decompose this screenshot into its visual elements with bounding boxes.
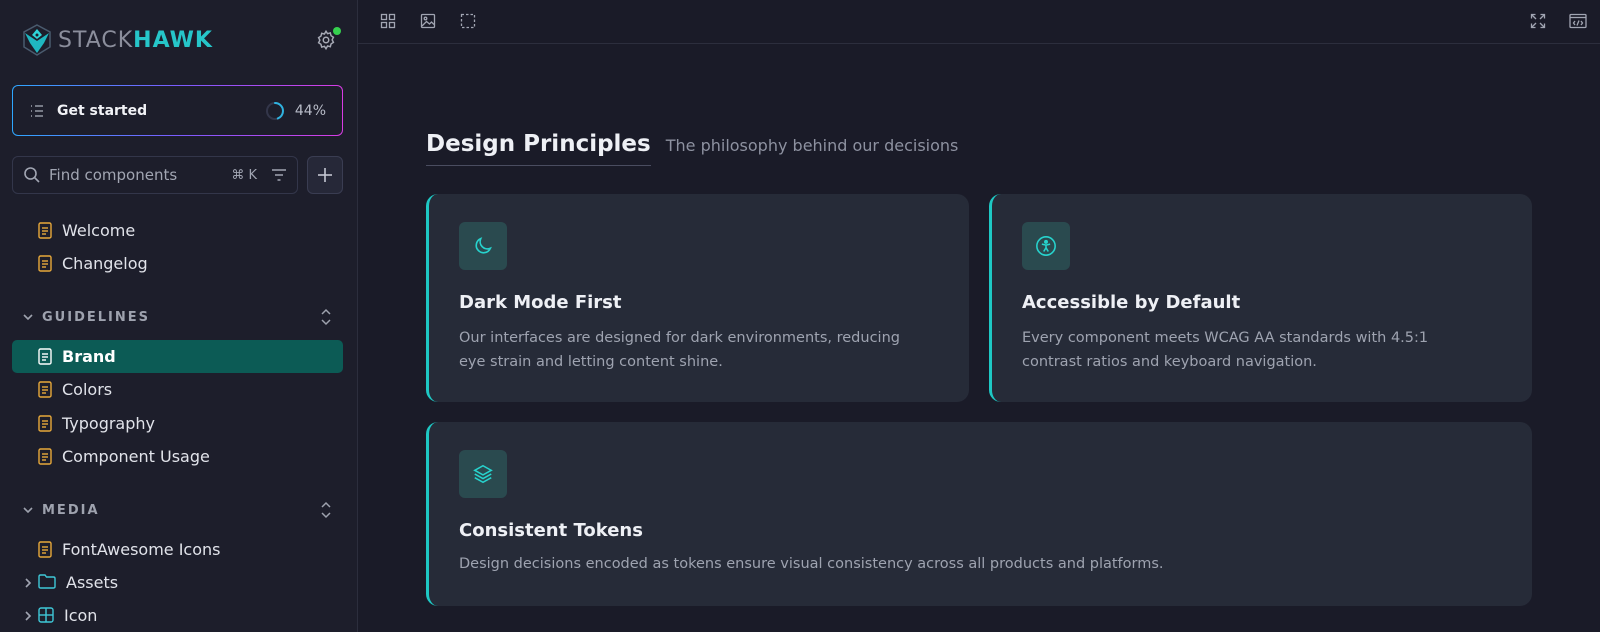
card-title: Consistent Tokens bbox=[459, 520, 643, 541]
toolbar bbox=[358, 0, 1600, 44]
sidebar-item-brand[interactable]: Brand bbox=[12, 340, 343, 373]
logo[interactable]: STACKHAWK bbox=[20, 23, 213, 57]
expand-collapse-icon[interactable] bbox=[319, 501, 333, 519]
card-description: Our interfaces are designed for dark env… bbox=[459, 330, 900, 370]
settings-button[interactable] bbox=[315, 27, 341, 51]
sidebar-item-icon[interactable]: Icon bbox=[12, 599, 343, 632]
get-started-button[interactable]: Get started 44% bbox=[12, 85, 343, 136]
hawk-logo-icon bbox=[23, 24, 51, 56]
chevron-down-icon bbox=[22, 504, 34, 516]
app-window: STACKHAWK Get started 44% Find component… bbox=[0, 0, 1600, 632]
card-description: Every component meets WCAG AA standards … bbox=[1022, 330, 1429, 370]
document-icon bbox=[38, 381, 52, 398]
background-toggle-button[interactable] bbox=[418, 11, 438, 31]
sidebar-item-label: Welcome bbox=[62, 221, 136, 240]
fullscreen-button[interactable] bbox=[1528, 11, 1548, 31]
code-window-icon bbox=[1569, 13, 1587, 29]
document-icon bbox=[38, 255, 52, 272]
principle-card: Dark Mode First Our interfaces are desig… bbox=[426, 194, 969, 402]
progress-percent: 44% bbox=[294, 102, 326, 119]
folder-icon bbox=[38, 574, 56, 591]
sidebar-item-label: Colors bbox=[62, 380, 113, 399]
sidebar-item-label: Assets bbox=[66, 573, 119, 592]
outline-toggle-button[interactable] bbox=[458, 11, 478, 31]
card-title: Dark Mode First bbox=[459, 292, 622, 313]
image-icon bbox=[420, 13, 436, 29]
main-canvas: Design Principles The philosophy behind … bbox=[358, 0, 1600, 632]
sidebar-item-label: FontAwesome Icons bbox=[62, 540, 221, 559]
add-button[interactable] bbox=[307, 156, 343, 194]
brand-name-hawk: HAWK bbox=[133, 27, 213, 53]
grid-icon bbox=[380, 13, 396, 29]
card-title: Accessible by Default bbox=[1022, 292, 1241, 313]
brand-name-stack: STACK bbox=[58, 27, 134, 53]
section-header-guidelines[interactable]: GUIDELINES bbox=[12, 304, 343, 330]
brand-row: STACKHAWK bbox=[0, 0, 357, 80]
open-in-new-tab-button[interactable] bbox=[1568, 11, 1588, 31]
document-icon bbox=[38, 348, 52, 365]
chevron-down-icon bbox=[22, 311, 34, 323]
page-title: Design Principles bbox=[426, 131, 651, 166]
sidebar-item-label: Component Usage bbox=[62, 447, 210, 466]
sidebar-item-fontawesome-icons[interactable]: FontAwesome Icons bbox=[12, 533, 343, 566]
document-icon bbox=[38, 222, 52, 239]
sidebar-item-assets[interactable]: Assets bbox=[12, 566, 343, 599]
section-title: MEDIA bbox=[42, 502, 100, 518]
principle-card: Consistent Tokens Design decisions encod… bbox=[426, 422, 1532, 606]
shortcut-hint: ⌘ K bbox=[231, 167, 257, 183]
sidebar-item-label: Typography bbox=[62, 414, 155, 433]
accessibility-icon bbox=[1022, 222, 1070, 270]
brand-wordmark: STACKHAWK bbox=[58, 28, 213, 53]
grid-toggle-button[interactable] bbox=[378, 11, 398, 31]
sidebar: STACKHAWK Get started 44% Find component… bbox=[0, 0, 358, 632]
plus-icon bbox=[318, 168, 332, 182]
expand-collapse-icon[interactable] bbox=[319, 308, 333, 326]
search-row: ⌘ K bbox=[12, 156, 343, 194]
chevron-right-icon bbox=[22, 577, 36, 589]
principle-card: Accessible by Default Every component me… bbox=[989, 194, 1532, 402]
checklist-icon bbox=[29, 103, 45, 119]
status-dot bbox=[333, 27, 341, 35]
sidebar-item-changelog[interactable]: Changelog bbox=[12, 247, 343, 280]
section-heading: Design Principles The philosophy behind … bbox=[426, 131, 958, 166]
sidebar-item-label: Icon bbox=[64, 606, 98, 625]
outline-icon bbox=[460, 13, 476, 29]
search-icon bbox=[23, 166, 41, 184]
document-icon bbox=[38, 415, 52, 432]
section-header-media[interactable]: MEDIA bbox=[12, 497, 343, 523]
progress-indicator: 44% bbox=[265, 101, 326, 121]
expand-icon bbox=[1530, 13, 1546, 29]
progress-ring-icon bbox=[265, 101, 284, 120]
sidebar-item-label: Brand bbox=[62, 347, 116, 366]
chevron-right-icon bbox=[22, 610, 36, 622]
sidebar-item-colors[interactable]: Colors bbox=[12, 373, 343, 406]
search-field[interactable]: ⌘ K bbox=[12, 156, 298, 194]
sidebar-item-typography[interactable]: Typography bbox=[12, 407, 343, 440]
moon-icon bbox=[459, 222, 507, 270]
filter-icon[interactable] bbox=[271, 168, 287, 182]
document-icon bbox=[38, 448, 52, 465]
page-subtitle: The philosophy behind our decisions bbox=[665, 136, 959, 155]
layers-icon bbox=[459, 450, 507, 498]
card-description: Design decisions encoded as tokens ensur… bbox=[459, 556, 1164, 572]
sidebar-item-label: Changelog bbox=[62, 254, 148, 273]
sidebar-item-component-usage[interactable]: Component Usage bbox=[12, 440, 343, 473]
get-started-label: Get started bbox=[57, 102, 148, 119]
search-input[interactable] bbox=[49, 166, 209, 184]
sidebar-item-welcome[interactable]: Welcome bbox=[12, 214, 343, 247]
component-icon bbox=[38, 607, 54, 624]
section-title: GUIDELINES bbox=[42, 309, 150, 325]
document-icon bbox=[38, 541, 52, 558]
